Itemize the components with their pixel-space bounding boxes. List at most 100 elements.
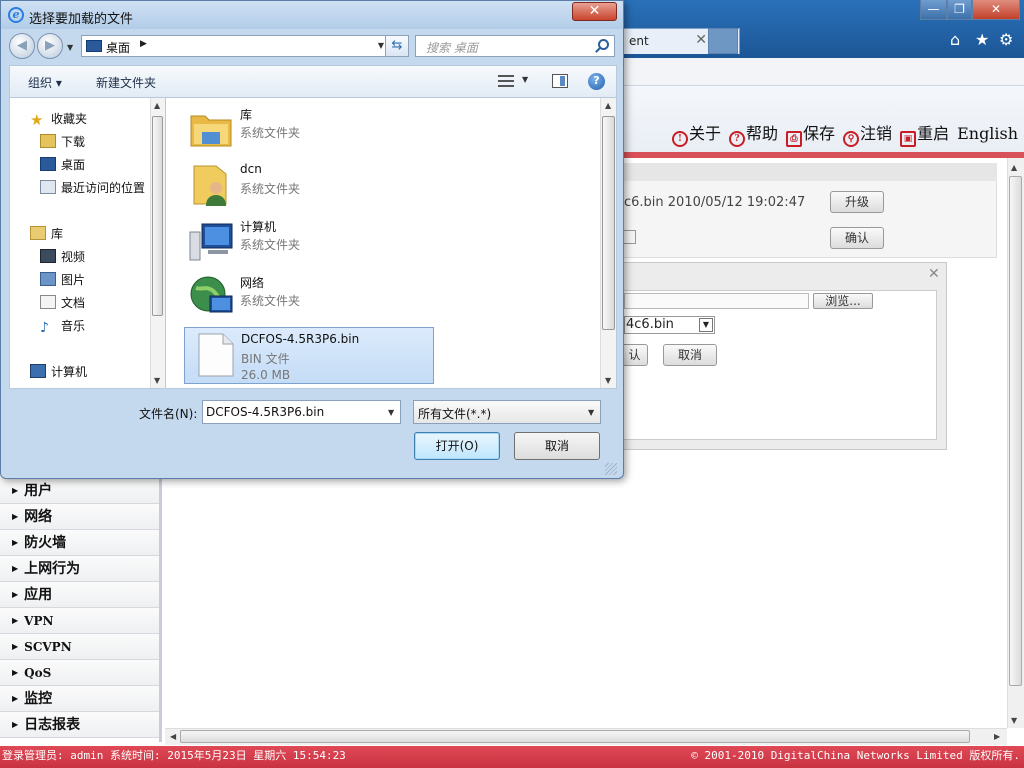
favorites-star-icon[interactable]: ★ <box>975 30 989 49</box>
browser-minimize-button[interactable]: — <box>920 0 947 20</box>
sidebar-item-log-report[interactable]: ▶ 日志报表 <box>0 712 159 738</box>
tree-item-downloads[interactable]: 下载 <box>40 133 85 150</box>
file-item-computer[interactable]: 计算机 系统文件夹 <box>184 214 434 270</box>
firmware-panel-header <box>622 163 997 181</box>
help-icon[interactable]: ? <box>588 73 605 90</box>
sidebar-item-monitor[interactable]: ▶ 监控 <box>0 686 159 712</box>
help-link[interactable]: ? 帮助 <box>729 124 778 147</box>
dialog-close-button[interactable]: ✕ <box>572 2 617 21</box>
filename-input[interactable]: DCFOS-4.5R3P6.bin <box>202 400 401 424</box>
sidebar-item-user[interactable]: ▶ 用户 <box>0 478 159 504</box>
computer-icon <box>30 364 46 378</box>
scroll-up-icon[interactable]: ▲ <box>1011 163 1017 172</box>
sidebar-item-scvpn[interactable]: ▶ SCVPN <box>0 634 159 660</box>
chevron-down-icon: ▼ <box>699 318 713 332</box>
tab-close-icon[interactable]: ✕ <box>695 32 707 48</box>
browser-maximize-button[interactable]: ❐ <box>947 0 972 20</box>
new-tab-button[interactable] <box>708 28 738 54</box>
sidebar-item-network[interactable]: ▶ 网络 <box>0 504 159 530</box>
sidebar-item-qos[interactable]: ▶ QoS <box>0 660 159 686</box>
header-links: ! 关于 ? 帮助 ⎙ 保存 ⚲ 注销 ▣ 重启 English <box>672 120 1024 147</box>
filename-dropdown-icon[interactable]: ▼ <box>388 408 394 417</box>
sidebar-item-firewall[interactable]: ▶ 防火墙 <box>0 530 159 556</box>
breadcrumb-chevron-icon[interactable]: ▶ <box>140 39 147 49</box>
file-name: 网络 <box>240 276 265 290</box>
scroll-left-icon[interactable]: ◀ <box>170 732 176 741</box>
upgrade-button[interactable]: 升级 <box>830 191 884 213</box>
new-folder-button[interactable]: 新建文件夹 <box>96 74 156 91</box>
navigation-scroll-thumb[interactable] <box>152 116 163 316</box>
settings-gear-icon[interactable]: ⚙ <box>999 30 1013 49</box>
star-icon: ★ <box>30 111 44 129</box>
address-bar[interactable]: 桌面 ▶ ▼ <box>81 35 389 57</box>
save-link[interactable]: ⎙ 保存 <box>786 124 835 147</box>
file-item-dcn[interactable]: dcn 系统文件夹 <box>184 158 434 214</box>
file-name: DCFOS-4.5R3P6.bin <box>241 332 360 346</box>
tree-item-music[interactable]: ♪ 音乐 <box>40 317 85 335</box>
recent-pages-dropdown-icon[interactable]: ▼ <box>67 43 73 52</box>
browse-button[interactable]: 浏览... <box>813 293 873 309</box>
file-list-scroll-thumb[interactable] <box>602 116 615 330</box>
english-link[interactable]: English <box>957 124 1018 143</box>
address-dropdown-icon[interactable]: ▼ <box>378 41 384 50</box>
tree-item-recent[interactable]: 最近访问的位置 <box>40 179 145 196</box>
back-button[interactable]: ◀ <box>9 33 35 59</box>
home-icon[interactable]: ⌂ <box>950 30 960 49</box>
tree-item-desktop[interactable]: 桌面 <box>40 156 85 173</box>
caret-right-icon: ▶ <box>12 615 19 625</box>
status-bar: 登录管理员: admin 系统时间: 2015年5月23日 星期六 15:54:… <box>0 746 1024 768</box>
picture-icon <box>40 272 56 286</box>
caret-right-icon: ▶ <box>12 719 19 729</box>
logout-link[interactable]: ⚲ 注销 <box>843 124 892 147</box>
search-input[interactable]: 搜索 桌面 <box>415 35 615 57</box>
refresh-button[interactable]: ⇆ <box>385 35 409 57</box>
page-vertical-scroll-thumb[interactable] <box>1009 176 1022 686</box>
scroll-right-icon[interactable]: ▶ <box>994 732 1000 741</box>
open-button[interactable]: 打开(O) <box>414 432 500 460</box>
scroll-up-icon[interactable]: ▲ <box>154 101 160 110</box>
cancel-button[interactable]: 取消 <box>514 432 600 460</box>
file-item-network[interactable]: 网络 系统文件夹 <box>184 270 434 326</box>
preview-pane-icon[interactable] <box>552 74 568 88</box>
file-item-libraries[interactable]: 库 系统文件夹 <box>184 102 434 158</box>
address-text: 桌面 <box>106 41 131 55</box>
file-name: 库 <box>240 108 253 122</box>
organize-menu[interactable]: 组织 ▾ <box>28 74 62 91</box>
reboot-link[interactable]: ▣ 重启 <box>900 124 949 147</box>
scroll-down-icon[interactable]: ▼ <box>154 376 160 385</box>
tree-item-videos[interactable]: 视频 <box>40 248 85 265</box>
tree-item-favorites[interactable]: ★ 收藏夹 <box>30 110 87 129</box>
view-dropdown-icon[interactable]: ▼ <box>522 75 528 84</box>
file-path-input[interactable] <box>624 293 809 309</box>
computer-icon <box>189 223 233 261</box>
firmware-select-stub[interactable] <box>622 230 636 244</box>
scroll-down-icon[interactable]: ▼ <box>605 376 611 385</box>
view-options-icon[interactable] <box>498 74 514 88</box>
scroll-up-icon[interactable]: ▲ <box>605 101 611 110</box>
filetype-dropdown-icon[interactable]: ▼ <box>588 408 594 417</box>
about-link[interactable]: ! 关于 <box>672 124 721 147</box>
upload-confirm-button[interactable]: 认 <box>622 344 648 366</box>
upload-close-icon[interactable]: ✕ <box>928 266 940 282</box>
tree-item-libraries[interactable]: 库 <box>30 225 63 242</box>
sidebar-item-vpn[interactable]: ▶ VPN <box>0 608 159 634</box>
firmware-select[interactable]: 4c6.bin ▼ <box>624 316 715 334</box>
tree-item-pictures[interactable]: 图片 <box>40 271 85 288</box>
video-icon <box>40 249 56 263</box>
file-item-dcfos-bin[interactable]: DCFOS-4.5R3P6.bin BIN 文件 26.0 MB <box>184 327 434 384</box>
upload-cancel-button[interactable]: 取消 <box>663 344 717 366</box>
tree-item-documents[interactable]: 文档 <box>40 294 85 311</box>
about-icon: ! <box>672 131 688 147</box>
page-horizontal-scroll-thumb[interactable] <box>180 730 970 743</box>
confirm-button[interactable]: 确认 <box>830 227 884 249</box>
sidebar-item-web-behavior[interactable]: ▶ 上网行为 <box>0 556 159 582</box>
scroll-down-icon[interactable]: ▼ <box>1011 716 1017 725</box>
resize-grip-icon[interactable] <box>605 463 617 475</box>
file-name: 计算机 <box>240 220 277 234</box>
forward-button[interactable]: ▶ <box>37 33 63 59</box>
sidebar-item-application[interactable]: ▶ 应用 <box>0 582 159 608</box>
caret-right-icon: ▶ <box>12 641 19 651</box>
browser-close-button[interactable]: ✕ <box>972 0 1020 20</box>
filetype-select[interactable]: 所有文件(*.*) <box>413 400 601 424</box>
tree-item-computer[interactable]: 计算机 <box>30 363 87 380</box>
